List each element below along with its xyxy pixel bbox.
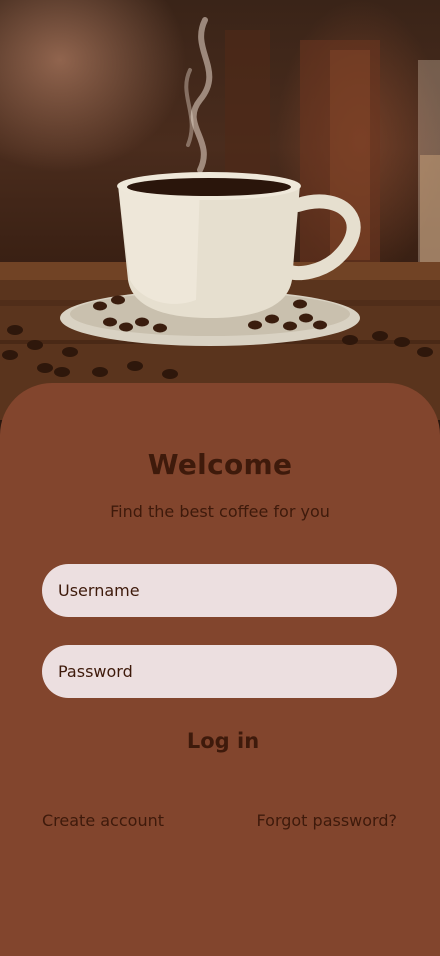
password-field[interactable]: Password [42, 645, 397, 698]
coffee-cup-illustration [0, 17, 440, 420]
page-subtitle: Find the best coffee for you [110, 502, 330, 521]
forgot-password-link[interactable]: Forgot password? [257, 811, 397, 830]
create-account-link[interactable]: Create account [42, 811, 164, 830]
username-field[interactable]: Username [42, 564, 397, 617]
hero-coffee-image [0, 0, 440, 420]
page-title: Welcome [147, 448, 293, 481]
username-placeholder: Username [58, 581, 140, 600]
login-button[interactable]: Log in [150, 724, 296, 758]
password-placeholder: Password [58, 662, 133, 681]
